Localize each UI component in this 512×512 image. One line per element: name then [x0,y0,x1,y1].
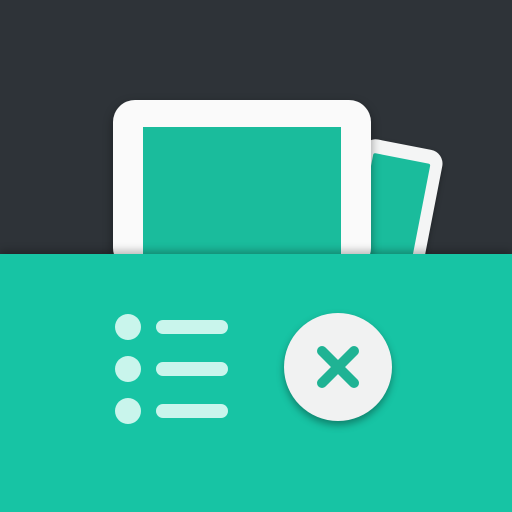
close-button[interactable] [284,313,392,421]
list-line [156,320,228,334]
list-line [156,404,228,418]
teal-pocket-panel [0,254,512,512]
list-bullet [115,314,141,340]
close-icon [317,346,359,388]
app-icon [0,0,512,512]
list-bullet [115,356,141,382]
image-card-fill [143,127,341,270]
list-bullet [115,398,141,424]
image-card-icon [113,100,371,270]
list-line [156,362,228,376]
